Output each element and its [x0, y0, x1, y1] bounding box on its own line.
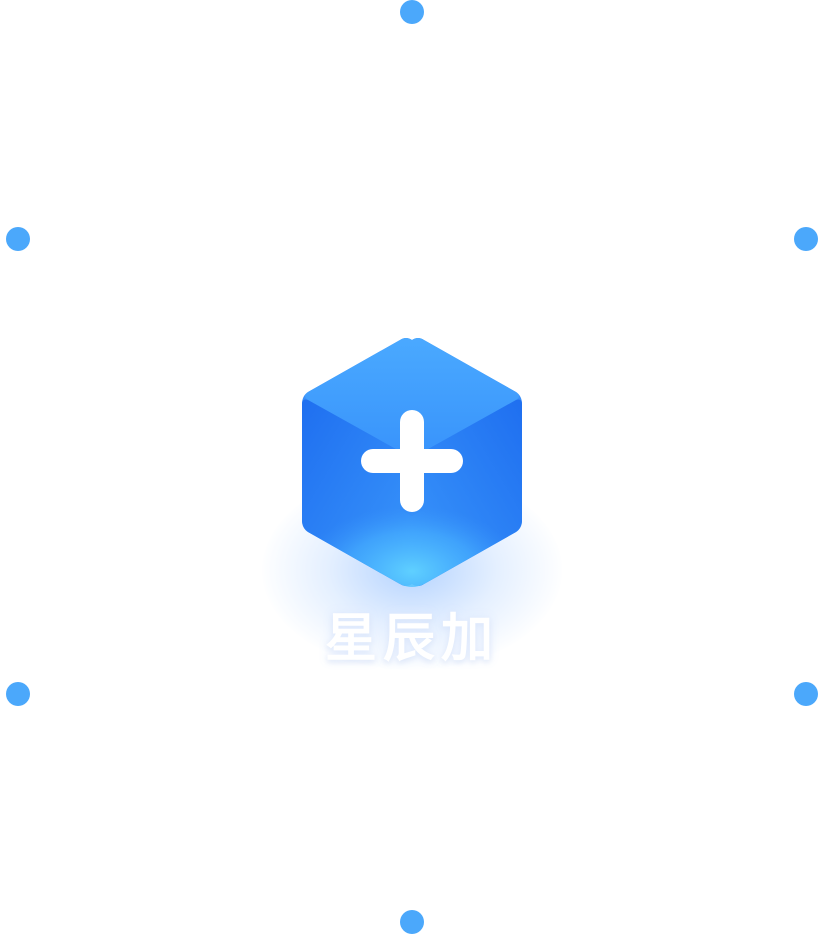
orbit-node-lower-right — [794, 682, 818, 706]
brand-name: 星辰加 — [324, 609, 499, 669]
orbit-node-upper-left — [6, 227, 30, 251]
splash-stage: 星辰加 — [0, 0, 824, 934]
orbit-node-lower-left — [6, 682, 30, 706]
orbit-node-top — [400, 0, 424, 24]
plus-cube-icon — [302, 338, 522, 587]
orbit-node-upper-right — [794, 227, 818, 251]
orbit-node-bottom — [400, 910, 424, 934]
